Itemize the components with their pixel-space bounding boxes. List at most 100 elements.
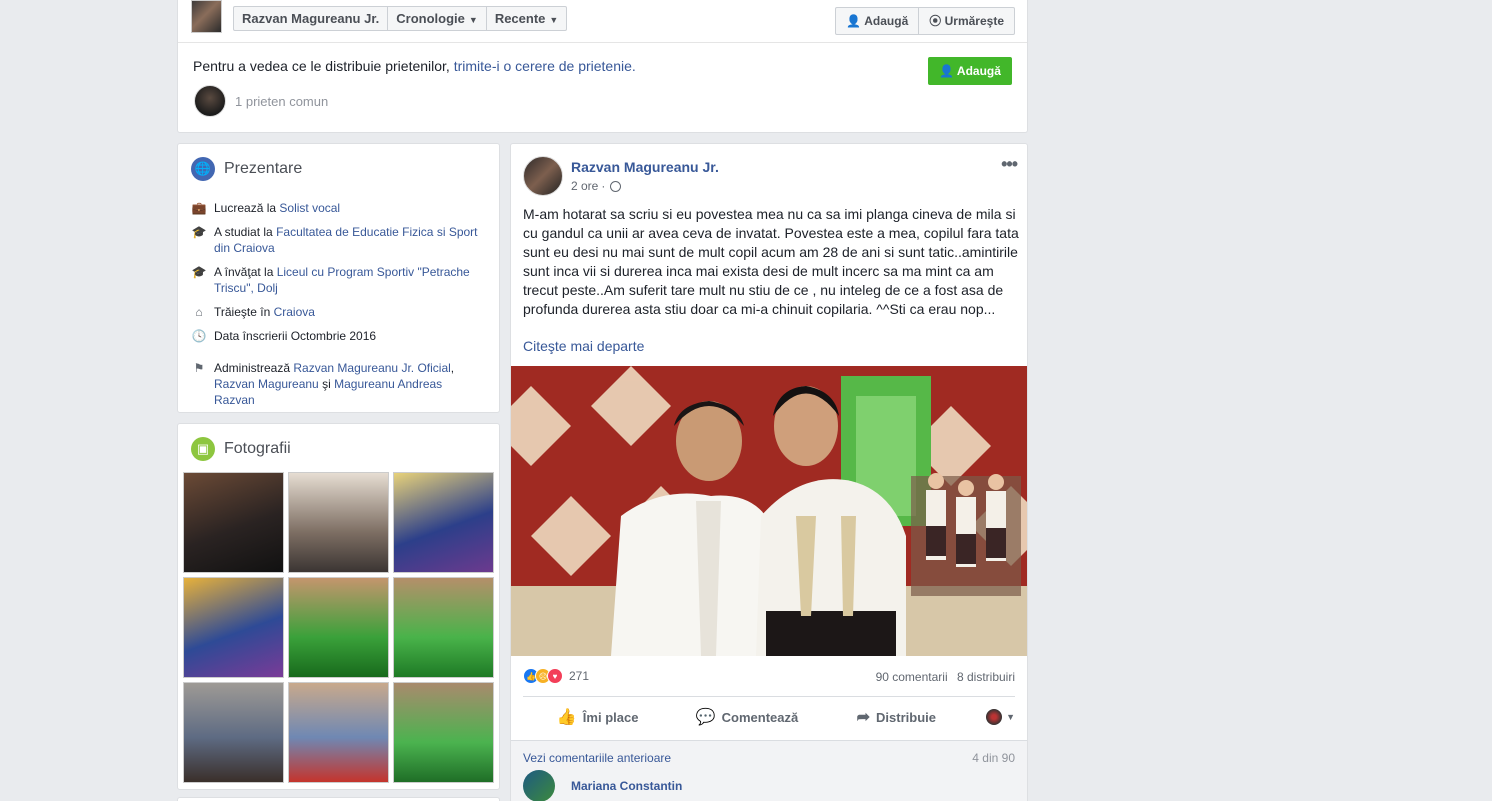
intro-lives: ⌂ Trăieşte în Craiova	[190, 304, 485, 320]
commenter-name[interactable]: Mariana Constantin	[571, 779, 682, 793]
viewer-avatar	[986, 709, 1003, 725]
admin-and: şi	[322, 377, 331, 391]
love-reaction-icon: ♥	[547, 668, 563, 684]
post-counts: 90 comentarii 8 distribuiri	[876, 670, 1015, 684]
add-friend-green-label: Adaugă	[956, 64, 1001, 78]
follow-button[interactable]: ⦿ Urmăreşte	[919, 7, 1015, 35]
photo-thumbnail[interactable]	[393, 577, 494, 678]
lives-prefix: Trăieşte în	[214, 305, 271, 319]
admin-prefix: Administrează	[214, 361, 291, 375]
reactions-summary[interactable]: 👍 ☹ ♥ 271	[523, 668, 589, 684]
add-person-icon: 👤	[846, 14, 862, 28]
graduation-cap-icon: 🎓	[191, 265, 207, 279]
add-friend-label: Adaugă	[864, 14, 909, 28]
divider	[178, 42, 1027, 43]
follow-label: Urmăreşte	[944, 14, 1004, 28]
post-action-bar: 👍 Îmi place 💬 Comentează ➦ Distribuie ▼	[523, 699, 1015, 735]
intro-study-university: 🎓 A studiat la Facultatea de Educatie Fi…	[190, 224, 485, 256]
post-photo[interactable]	[511, 366, 1027, 656]
intro-joined: 🕓 Data înscrierii Octombrie 2016	[190, 328, 485, 344]
breadcrumb-timeline[interactable]: Cronologie ▼	[388, 7, 487, 30]
photos-header: ▣ Fotografii	[191, 437, 291, 461]
photos-card: ▣ Fotografii	[177, 423, 500, 790]
divider	[523, 696, 1015, 697]
share-button[interactable]: ➦ Distribuie	[822, 707, 971, 727]
study2-prefix: A învăţat la	[214, 265, 274, 279]
intro-header: 🌐 Prezentare	[191, 157, 302, 181]
photo-thumbnail[interactable]	[393, 472, 494, 573]
intro-title: Prezentare	[224, 160, 303, 177]
like-button[interactable]: 👍 Îmi place	[523, 707, 672, 727]
photo-thumbnail[interactable]	[288, 472, 389, 573]
timeline-post: Razvan Magureanu Jr. 2 ore · ••• M-am hot…	[510, 143, 1028, 801]
work-link[interactable]: Solist vocal	[279, 201, 340, 215]
post-text: M-am hotarat sa scriu si eu povestea mea…	[523, 206, 1019, 317]
rss-icon: ⦿	[929, 14, 942, 28]
see-more-link[interactable]: Citeşte mai departe	[523, 338, 644, 354]
breadcrumb: Razvan Magureanu Jr. Cronologie ▼ Recente…	[233, 6, 568, 31]
breadcrumb-timeline-label: Cronologie	[396, 11, 465, 26]
comment-icon: 💬	[695, 709, 716, 726]
post-author-avatar[interactable]	[523, 156, 563, 196]
home-icon: ⌂	[195, 305, 203, 319]
flag-icon: ⚑	[193, 361, 205, 375]
photo-thumbnail[interactable]	[288, 682, 389, 783]
globe-icon	[610, 180, 622, 192]
add-friend-button[interactable]: 👤 Adaugă	[835, 7, 920, 35]
add-person-icon: 👤	[939, 64, 955, 78]
chevron-down-icon: ▼	[549, 15, 559, 25]
post-timestamp[interactable]: 2 ore	[571, 179, 598, 193]
photo-icon: ▣	[191, 437, 215, 461]
react-as-selector[interactable]: ▼	[971, 709, 1015, 725]
more-options-icon[interactable]: •••	[1001, 154, 1018, 175]
photo-grid	[183, 472, 494, 783]
mutual-friend-avatar[interactable]	[194, 85, 226, 117]
joined-text: Data înscrierii Octombrie 2016	[214, 329, 377, 343]
clock-icon: 🕓	[191, 329, 207, 343]
comment-label: Comentează	[721, 709, 799, 725]
comments-count-link[interactable]: 90 comentarii	[876, 670, 948, 684]
profile-avatar-thumbnail[interactable]	[191, 0, 222, 33]
photo-thumbnail[interactable]	[183, 682, 284, 783]
intro-admin: ⚑ Administrează Razvan Magureanu Jr. Ofi…	[190, 360, 485, 408]
friend-prompt-text: Pentru a vedea ce le distribuie prieteni…	[193, 58, 450, 74]
photo-thumbnail[interactable]	[183, 472, 284, 573]
briefcase-icon: 💼	[191, 201, 207, 215]
chevron-down-icon: ▼	[468, 15, 478, 25]
photo-thumbnail[interactable]	[288, 577, 389, 678]
breadcrumb-profile-name[interactable]: Razvan Magureanu Jr.	[234, 7, 389, 30]
next-card-edge	[177, 797, 500, 801]
photos-title[interactable]: Fotografii	[224, 440, 291, 458]
add-friend-green-button[interactable]: 👤 Adaugă	[928, 57, 1012, 85]
admin-page-link-2[interactable]: Razvan Magureanu	[214, 377, 319, 391]
globe-icon: 🌐	[191, 157, 215, 181]
post-meta: 2 ore ·	[571, 179, 622, 193]
admin-page-link-1[interactable]: Razvan Magureanu Jr. Oficial	[293, 361, 450, 375]
comment-button[interactable]: 💬 Comentează	[672, 707, 821, 727]
share-label: Distribuie	[876, 709, 936, 725]
photo-thumbnail[interactable]	[393, 682, 494, 783]
share-arrow-icon: ➦	[856, 709, 871, 726]
like-label: Îmi place	[582, 709, 639, 725]
post-photo-image	[511, 366, 1027, 656]
commenter-avatar[interactable]	[523, 770, 555, 801]
mutual-friends-count[interactable]: 1 prieten comun	[235, 94, 328, 109]
breadcrumb-recent-label: Recente	[494, 11, 546, 26]
friend-request-prompt: Pentru a vedea ce le distribuie prieteni…	[193, 58, 636, 74]
view-previous-comments-link[interactable]: Vezi comentariile anterioare	[523, 751, 671, 765]
study1-prefix: A studiat la	[214, 225, 273, 239]
intro-study-highschool: 🎓 A învăţat la Liceul cu Program Sportiv…	[190, 264, 485, 296]
intro-card: 🌐 Prezentare 💼 Lucrează la Solist vocal …	[177, 143, 500, 413]
photo-thumbnail[interactable]	[183, 577, 284, 678]
reaction-count: 271	[569, 669, 590, 683]
lives-link[interactable]: Craiova	[274, 305, 315, 319]
send-friend-request-link[interactable]: trimite-i o cerere de prietenie.	[454, 58, 636, 74]
header-actions: 👤 Adaugă ⦿ Urmăreşte	[835, 7, 1015, 35]
thumbs-up-icon: 👍	[556, 709, 577, 726]
breadcrumb-recent[interactable]: Recente ▼	[487, 7, 567, 30]
chevron-down-icon: ▼	[1006, 712, 1015, 722]
comment-pagination: 4 din 90	[972, 751, 1015, 765]
shares-count-link[interactable]: 8 distribuiri	[957, 670, 1015, 684]
post-author-name[interactable]: Razvan Magureanu Jr.	[571, 159, 719, 175]
intro-work: 💼 Lucrează la Solist vocal	[190, 200, 485, 216]
